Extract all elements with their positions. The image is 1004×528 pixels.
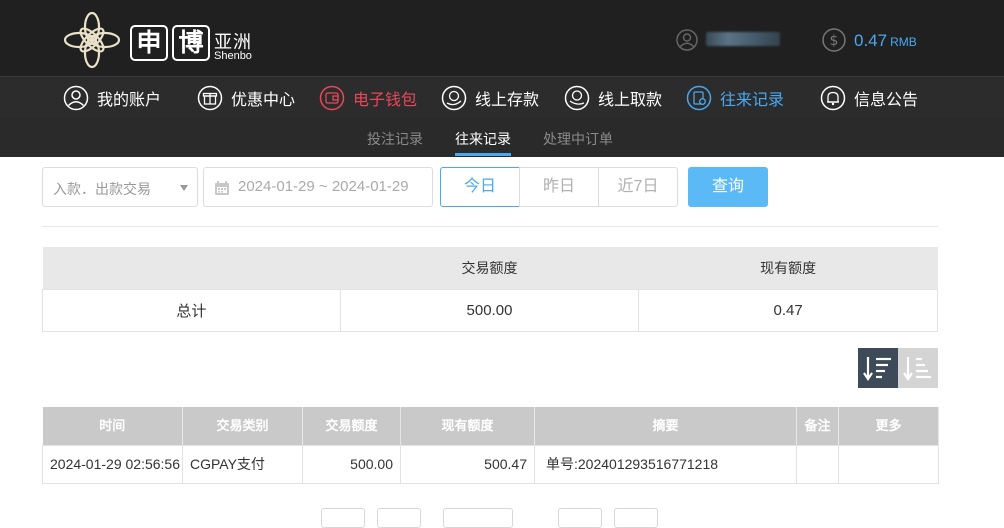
cell-more[interactable] — [838, 444, 939, 484]
balance-currency: RMB — [890, 35, 917, 49]
summary-total-balance: 0.47 — [638, 288, 938, 332]
pagination-last-button[interactable] — [614, 508, 658, 528]
date-range-value: 2024-01-29 ~ 2024-01-29 — [238, 178, 409, 195]
pagination-next-button[interactable] — [558, 508, 602, 528]
pagination-page-input[interactable] — [443, 508, 513, 528]
nav-online-deposit[interactable]: 线上存款 — [441, 83, 539, 113]
cell-amount: 500.00 — [302, 444, 401, 484]
top-header: 申 博 亚洲 Shenbo $ 0.47 RMB — [0, 0, 1004, 76]
balance-amount: 0.47 — [854, 31, 888, 50]
divider — [42, 226, 938, 227]
records-icon — [686, 85, 712, 111]
nav-label: 我的账户 — [97, 92, 162, 109]
search-button[interactable]: 查询 — [688, 167, 768, 207]
pagination-prev-button[interactable] — [377, 508, 421, 528]
nav-promotions[interactable]: 优惠中心 — [197, 83, 295, 113]
select-value: 入款．出款交易 — [53, 181, 151, 197]
sort-ascending-icon — [903, 357, 931, 381]
username-redacted — [706, 32, 780, 46]
deposit-icon — [441, 85, 467, 111]
nav-label: 线上取款 — [598, 92, 663, 109]
nav-online-withdraw[interactable]: 线上取款 — [564, 83, 662, 113]
cell-time: 2024-01-29 02:56:56 — [42, 444, 183, 484]
caret-down-icon — [180, 185, 188, 191]
nav-label: 电子钱包 — [353, 92, 418, 109]
active-tab-indicator — [455, 153, 511, 156]
date-range-input[interactable]: 2024-01-29 ~ 2024-01-29 — [203, 167, 433, 207]
summary-header-cell: 交易额度 — [340, 247, 639, 289]
col-header-remark[interactable]: 备注 — [796, 407, 839, 445]
nav-label: 线上存款 — [475, 92, 540, 109]
last-7-days-button[interactable]: 近7日 — [598, 167, 678, 207]
calendar-icon — [215, 181, 229, 195]
balance-display: 0.47 RMB — [854, 31, 917, 51]
tab-transaction-records[interactable]: 往来记录 — [455, 129, 511, 149]
site-logo[interactable]: 申 博 亚洲 Shenbo — [62, 10, 262, 70]
records-header-row: 时间 交易类别 交易额度 现有额度 摘要 备注 更多 — [42, 407, 939, 445]
gift-icon — [197, 85, 223, 111]
cell-summary: 单号:202401293516771218 — [534, 444, 797, 484]
wallet-icon — [319, 85, 345, 111]
logo-char-box: 博 — [172, 25, 210, 61]
flower-logo-icon — [63, 11, 121, 69]
nav-transaction-records[interactable]: 往来记录 — [686, 83, 784, 113]
summary-total-amount: 500.00 — [339, 288, 640, 332]
sort-descending-button[interactable] — [858, 348, 898, 388]
tab-pending-orders[interactable]: 处理中订单 — [543, 129, 613, 149]
pagination-first-button[interactable] — [321, 508, 365, 528]
nav-my-account[interactable]: 我的账户 — [63, 83, 161, 113]
summary-table: 交易额度 现有额度 总计 500.00 0.47 — [42, 247, 938, 332]
col-header-balance[interactable]: 现有额度 — [400, 407, 535, 445]
col-header-more[interactable]: 更多 — [838, 407, 939, 445]
sort-ascending-button[interactable] — [898, 348, 938, 388]
col-header-summary[interactable]: 摘要 — [534, 407, 797, 445]
nav-label: 优惠中心 — [231, 92, 296, 109]
today-button[interactable]: 今日 — [440, 167, 520, 207]
nav-announcements[interactable]: 信息公告 — [820, 83, 918, 113]
table-row[interactable]: 2024-01-29 02:56:56 CGPAY支付 500.00 500.4… — [42, 444, 939, 484]
summary-total-label: 总计 — [42, 288, 341, 332]
nav-label: 信息公告 — [854, 92, 919, 109]
withdraw-icon — [564, 85, 590, 111]
yesterday-button[interactable]: 昨日 — [519, 167, 599, 207]
dollar-coin-icon: $ — [822, 28, 846, 52]
summary-total-row: 总计 500.00 0.47 — [42, 288, 938, 332]
cell-balance: 500.47 — [400, 444, 535, 484]
nav-e-wallet[interactable]: 电子钱包 — [319, 83, 417, 113]
summary-header-cell: 现有额度 — [638, 247, 938, 289]
records-table: 时间 交易类别 交易额度 现有额度 摘要 备注 更多 2024-01-29 02… — [42, 407, 939, 484]
user-avatar-icon[interactable] — [676, 29, 698, 51]
logo-char-box: 申 — [130, 25, 168, 61]
tab-bet-records[interactable]: 投注记录 — [367, 129, 423, 149]
sort-descending-icon — [863, 357, 891, 381]
logo-en-text: Shenbo — [214, 50, 252, 62]
col-header-amount[interactable]: 交易额度 — [302, 407, 401, 445]
summary-header-cell — [42, 247, 341, 289]
transaction-type-select[interactable]: 入款．出款交易 — [42, 167, 198, 207]
main-nav: 我的账户 优惠中心 电子钱包 线上存款 线上取款 往来记录 信息公告 — [0, 76, 1004, 118]
col-header-category[interactable]: 交易类别 — [182, 407, 303, 445]
cell-remark — [796, 444, 839, 484]
cell-category: CGPAY支付 — [182, 444, 303, 484]
summary-header-row: 交易额度 现有额度 — [42, 247, 938, 289]
user-circle-icon — [63, 85, 89, 111]
sub-nav: 投注记录 往来记录 处理中订单 — [0, 118, 1004, 157]
svg-text:$: $ — [830, 33, 839, 49]
nav-label: 往来记录 — [720, 92, 785, 109]
bell-icon — [820, 85, 846, 111]
col-header-time[interactable]: 时间 — [42, 407, 183, 445]
